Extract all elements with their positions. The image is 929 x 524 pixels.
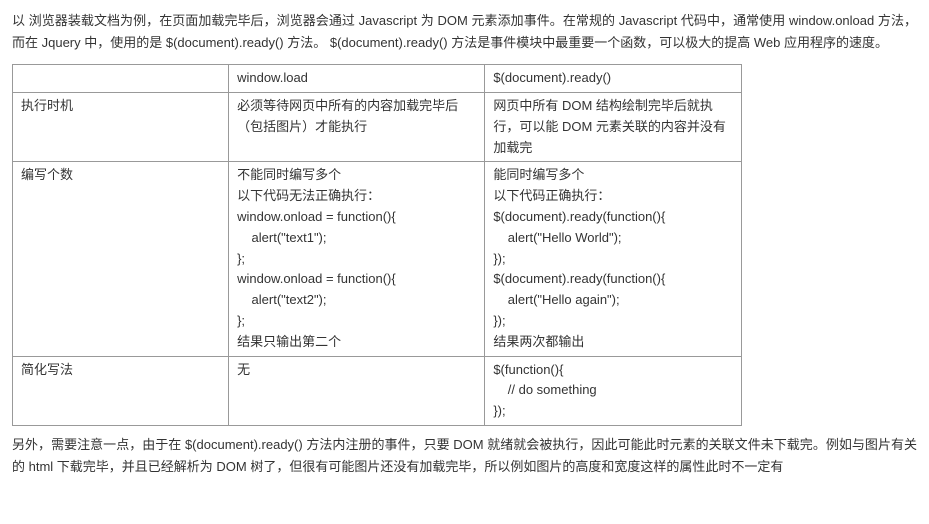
table-row: 执行时机 必须等待网页中所有的内容加载完毕后（包括图片）才能执行 网页中所有 D…	[13, 92, 742, 161]
code-line: $(document).ready(function(){	[493, 271, 665, 286]
code-line: alert("text2");	[237, 292, 326, 307]
code-line: alert("text1");	[237, 230, 326, 245]
code-line: alert("Hello again");	[493, 292, 619, 307]
table-row: 编写个数 不能同时编写多个 以下代码无法正确执行： window.onload …	[13, 162, 742, 356]
code-line: };	[237, 251, 245, 266]
code-line: $(function(){	[493, 362, 563, 377]
row-shorthand-documentready: $(function(){ // do something });	[485, 356, 742, 425]
code-line: };	[237, 313, 245, 328]
code-line: // do something	[493, 382, 596, 397]
header-empty	[13, 65, 229, 93]
code-line: });	[493, 403, 505, 418]
code-line: alert("Hello World");	[493, 230, 621, 245]
code-line: 不能同时编写多个	[237, 167, 341, 182]
intro-paragraph: 以 浏览器装载文档为例，在页面加载完毕后，浏览器会通过 Javascript 为…	[12, 10, 917, 54]
row-count-documentready: 能同时编写多个 以下代码正确执行： $(document).ready(func…	[485, 162, 742, 356]
header-documentready: $(document).ready()	[485, 65, 742, 93]
code-line: 以下代码正确执行：	[493, 188, 610, 203]
code-line: });	[493, 251, 505, 266]
row-timing-windowload: 必须等待网页中所有的内容加载完毕后（包括图片）才能执行	[229, 92, 485, 161]
table-row: 简化写法 无 $(function(){ // do something });	[13, 356, 742, 425]
outro-paragraph: 另外，需要注意一点，由于在 $(document).ready() 方法内注册的…	[12, 434, 917, 478]
code-line: window.onload = function(){	[237, 271, 396, 286]
row-timing-documentready: 网页中所有 DOM 结构绘制完毕后就执行，可以能 DOM 元素关联的内容并没有加…	[485, 92, 742, 161]
code-line: $(document).ready(function(){	[493, 209, 665, 224]
code-line: window.onload = function(){	[237, 209, 396, 224]
code-line: 能同时编写多个	[493, 167, 584, 182]
header-windowload: window.load	[229, 65, 485, 93]
code-line: 结果只输出第二个	[237, 334, 341, 349]
row-shorthand-windowload: 无	[229, 356, 485, 425]
row-count-windowload: 不能同时编写多个 以下代码无法正确执行： window.onload = fun…	[229, 162, 485, 356]
table-header-row: window.load $(document).ready()	[13, 65, 742, 93]
row-shorthand-label: 简化写法	[13, 356, 229, 425]
comparison-table: window.load $(document).ready() 执行时机 必须等…	[12, 64, 742, 426]
row-timing-label: 执行时机	[13, 92, 229, 161]
code-line: 结果两次都输出	[493, 334, 584, 349]
code-line: });	[493, 313, 505, 328]
code-line: 以下代码无法正确执行：	[237, 188, 380, 203]
row-count-label: 编写个数	[13, 162, 229, 356]
